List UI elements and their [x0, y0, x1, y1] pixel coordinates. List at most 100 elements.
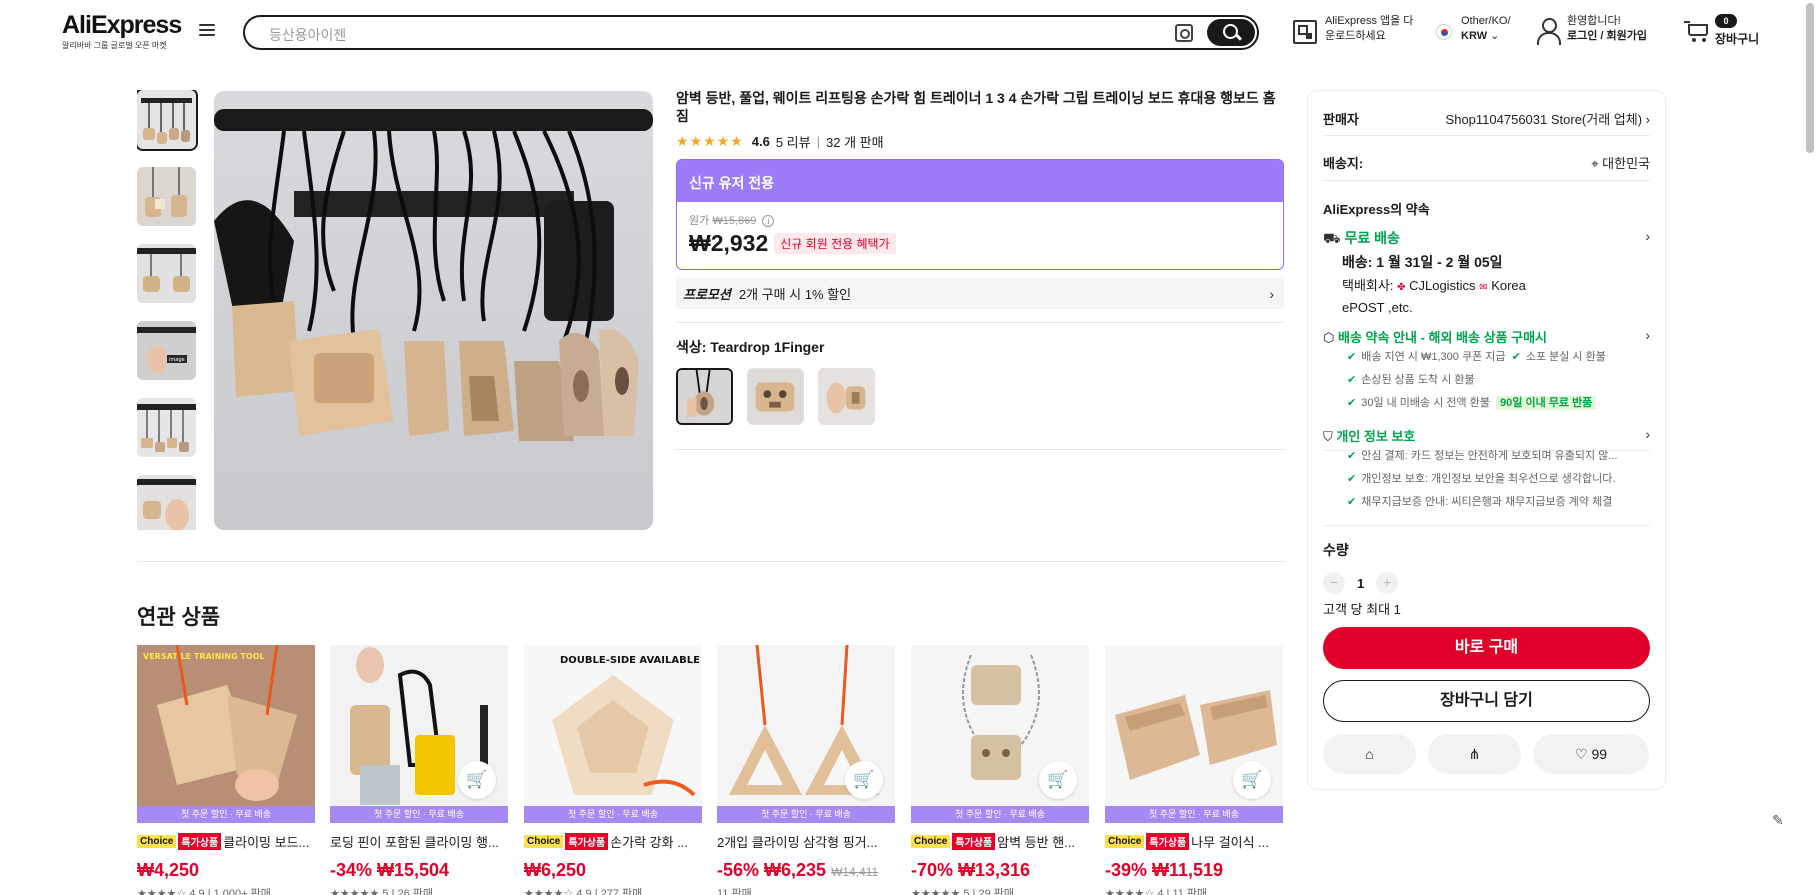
shield-icon: ⬡	[1323, 330, 1335, 345]
related-product-name: Choice 특가상품 손가락 강화 ...	[524, 832, 702, 851]
wishlist-button[interactable]: ♡ 99	[1533, 734, 1649, 774]
color-swatch-2[interactable]	[747, 368, 804, 425]
thumbnail[interactable]	[137, 398, 196, 457]
thumbnail[interactable]	[137, 167, 196, 226]
check-icon: ✔	[1347, 473, 1357, 485]
main-product-image[interactable]	[214, 91, 653, 530]
sold-count: 32 개 판매	[826, 135, 884, 150]
free-shipping-row[interactable]: ⛟ 무료 배송 ›	[1323, 228, 1650, 249]
related-product-price: ₩6,250	[524, 860, 587, 880]
related-product-image[interactable]: 🛒 첫 주문 할인 · 무료 배송	[330, 645, 508, 823]
logo-text: AliExpress	[62, 11, 182, 39]
related-product-meta: ★★★★☆ 4.9 | 1,000+ 판매	[137, 888, 271, 895]
login-signup-link[interactable]: 로그인 / 회원가입	[1567, 30, 1647, 42]
divider	[1323, 180, 1650, 181]
related-product-card[interactable]: DOUBLE-SIDE AVAILABLE 첫 주문 할인 · 무료 배송 Ch…	[524, 645, 702, 895]
free-shipping-label: 무료 배송	[1344, 230, 1400, 246]
ship-to-row[interactable]: 배송지: ⌖ 대한민국	[1323, 153, 1650, 172]
epost-logo-icon: ✉	[1479, 282, 1488, 293]
info-icon[interactable]: i	[762, 215, 775, 227]
related-product-card[interactable]: 🛒 첫 주문 할인 · 무료 배송 Choice 특가상품 암벽 등반 핸... -…	[911, 645, 1089, 895]
related-product-card[interactable]: 🛒 첫 주문 할인 · 무료 배송 2개입 클라이밍 삼각형 핑거... -56…	[717, 645, 895, 895]
carrier-info: 택배회사: ✤ CJLogistics ✉ Korea ePOST ,etc.	[1342, 276, 1582, 318]
quantity-increase-button[interactable]: +	[1376, 572, 1399, 594]
related-product-card[interactable]: 🛒 첫 주문 할인 · 무료 배송 로딩 핀이 포함된 클라이밍 행... -3…	[330, 645, 508, 895]
app-download-link[interactable]: AliExpress 앱을 다 운로드하세요	[1325, 14, 1413, 44]
related-product-meta: ★★★★★ 5 | 26 판매	[330, 888, 433, 895]
related-product-image[interactable]: 🛒 첫 주문 할인 · 무료 배송	[717, 645, 895, 823]
qr-code-icon[interactable]	[1293, 20, 1317, 44]
thumbnail[interactable]	[137, 244, 196, 303]
old-price: ₩14,411	[831, 865, 879, 879]
app-download-line2: 운로드하세요	[1325, 30, 1386, 42]
delivery-guarantee-row[interactable]: ⬡ 배송 약속 안내 - 해외 배송 상품 구매시 ›	[1323, 327, 1650, 346]
promo-strip: 첫 주문 할인 · 무료 배송	[717, 806, 895, 823]
related-product-image[interactable]: 🛒 첫 주문 할인 · 무료 배송	[911, 645, 1089, 823]
add-to-cart-icon[interactable]: 🛒	[845, 761, 883, 799]
privacy-item: 안심 결제: 카드 정보는 안전하게 보호되며 유출되지 않...	[1361, 450, 1618, 462]
add-to-cart-icon[interactable]: 🛒	[1233, 761, 1271, 799]
related-product-meta: ★★★★★ 5 | 29 판매	[911, 888, 1014, 895]
related-product-card[interactable]: 🛒 첫 주문 할인 · 무료 배송 Choice 특가상품 나무 걸이식 ... -…	[1105, 645, 1283, 895]
add-to-cart-icon[interactable]: 🛒	[1039, 761, 1077, 799]
review-count-link[interactable]: 5 리뷰	[776, 132, 811, 151]
cart-icon[interactable]	[1684, 20, 1710, 42]
check-icon: ✔	[1347, 351, 1357, 363]
search-bar[interactable]: 등산용아이젠	[243, 15, 1259, 50]
carrier-epost: ePOST ,etc.	[1342, 300, 1413, 315]
promo-strip: 첫 주문 할인 · 무료 배송	[137, 806, 315, 823]
page-scrollbar[interactable]	[1806, 3, 1814, 153]
free-return-badge: 90일 이내 무료 반품	[1496, 396, 1597, 410]
account-link[interactable]: 환영합니다! 로그인 / 회원가입	[1567, 14, 1647, 44]
carrier-label: 택배회사:	[1342, 278, 1394, 293]
quantity-label-text: 수량	[1323, 542, 1349, 558]
quantity-decrease-button[interactable]: −	[1323, 572, 1345, 594]
privacy-title: 개인 정보 보호	[1336, 429, 1416, 444]
product-title: 암벽 등반, 풀업, 웨이트 리프팅용 손가락 힘 트레이너 1 3 4 손가락…	[676, 90, 1276, 124]
promotion-banner[interactable]: 프로모션 2개 구매 시 1% 할인 ›	[676, 278, 1284, 309]
hamburger-menu-icon[interactable]	[199, 24, 215, 38]
heart-icon: ♡	[1574, 746, 1588, 762]
related-product-image[interactable]: DOUBLE-SIDE AVAILABLE 첫 주문 할인 · 무료 배송	[524, 645, 702, 823]
special-badge: 특가상품	[178, 833, 222, 850]
color-swatch-teardrop-1finger[interactable]	[676, 368, 733, 425]
related-product-card[interactable]: VERSATILE TRAINING TOOL 첫 주문 할인 · 무료 배송 …	[137, 645, 315, 895]
current-price: ₩2,932	[689, 230, 769, 256]
image-search-icon[interactable]	[1175, 24, 1193, 42]
related-product-price: -39% ₩11,519	[1105, 860, 1224, 880]
search-input[interactable]: 등산용아이젠	[269, 25, 346, 45]
chevron-right-icon: ›	[1645, 426, 1650, 442]
quantity-limit: 고객 당 최대 1	[1323, 602, 1401, 617]
color-swatch-3[interactable]	[818, 368, 875, 425]
promo-strip: 첫 주문 할인 · 무료 배송	[524, 806, 702, 823]
rating-row[interactable]: ★★★★★ 4.6 5 리뷰 | 32 개 판매	[676, 132, 884, 151]
cart-label[interactable]: 장바구니	[1715, 30, 1759, 47]
ship-to-country[interactable]: 대한민국	[1602, 156, 1650, 171]
aliexpress-logo[interactable]: AliExpress 알리바바 그룹 글로벌 오픈 마켓	[62, 12, 182, 51]
seller-store-link[interactable]: Shop1104756031 Store(거래 업체) ›	[1446, 109, 1650, 128]
thumbnail[interactable]	[137, 475, 196, 530]
region-selector[interactable]: Other/KO/ KRW ⌄	[1461, 14, 1511, 44]
thumbnail[interactable]: image	[137, 321, 196, 380]
quantity-value[interactable]: 1	[1357, 576, 1364, 591]
store-button[interactable]: ⌂	[1323, 734, 1416, 774]
feedback-edit-icon[interactable]: ✎	[1772, 812, 1784, 829]
privacy-row[interactable]: ⛉ 개인 정보 보호 ›	[1323, 426, 1650, 445]
thumbnail[interactable]	[137, 90, 198, 151]
related-product-image[interactable]: VERSATILE TRAINING TOOL 첫 주문 할인 · 무료 배송	[137, 645, 315, 823]
app-download-line1: AliExpress 앱을 다	[1325, 15, 1414, 27]
related-product-image[interactable]: 🛒 첫 주문 할인 · 무료 배송	[1105, 645, 1283, 823]
divider	[1323, 525, 1650, 526]
related-product-price: -56% ₩6,235 ₩14,411	[717, 860, 895, 881]
image-caption: VERSATILE TRAINING TOOL	[143, 652, 265, 661]
buy-now-button[interactable]: 바로 구매	[1323, 627, 1650, 669]
add-to-cart-button[interactable]: 장바구니 담기	[1323, 680, 1650, 722]
search-button[interactable]	[1207, 19, 1255, 46]
promo-strip: 첫 주문 할인 · 무료 배송	[1105, 806, 1283, 823]
greeting-text: 환영합니다!	[1567, 15, 1621, 27]
share-button[interactable]: ⋔	[1428, 734, 1521, 774]
seller-row[interactable]: 판매자 Shop1104756031 Store(거래 업체) ›	[1323, 109, 1650, 128]
section-divider	[137, 561, 1284, 562]
add-to-cart-icon[interactable]: 🛒	[458, 761, 496, 799]
user-icon[interactable]	[1537, 18, 1561, 45]
